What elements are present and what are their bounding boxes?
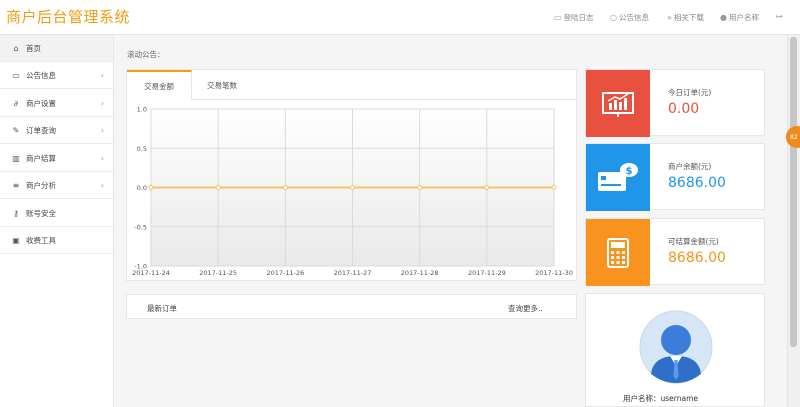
monitor-icon: ▭ (554, 13, 562, 22)
chevron-right-icon: › (100, 180, 104, 190)
profile-username: 用户名称：username (623, 394, 698, 403)
card-icon-box: $ (586, 144, 650, 211)
x-tick-label: 2017-11-25 (199, 269, 237, 277)
tab-transaction-count[interactable]: 交易笔数 (192, 70, 252, 100)
sidebar-item-announcements[interactable]: ▭ 公告信息 › (0, 62, 113, 89)
x-tick-label: 2017-11-29 (468, 269, 506, 277)
nav-user[interactable]: ● 用户名称 (720, 12, 759, 23)
nav-login-log[interactable]: ▭ 登陆日志 (554, 12, 594, 23)
merchant-balance-label: 商户余额(元) (668, 162, 712, 171)
x-tick-label: 2017-11-30 (535, 269, 573, 277)
sidebar-item-account-security[interactable]: ⚷ 账号安全 (0, 200, 113, 227)
sidebar-item-analysis[interactable]: ≡ 商户分析 › (0, 172, 113, 199)
x-tick-label: 2017-11-26 (266, 269, 304, 277)
latest-orders-panel: 最新订单 查询更多.. (126, 294, 577, 319)
today-orders-label: 今日订单(元) (668, 88, 712, 97)
data-point[interactable] (484, 185, 490, 190)
settleable-amount-label: 可结算金额(元) (668, 237, 719, 246)
chat-bubble-icon: ○ (610, 13, 617, 22)
logout-icon: ↦ (776, 12, 783, 21)
user-profile-panel: 用户名称：username (585, 293, 765, 407)
x-tick-label: 2017-11-24 (132, 269, 170, 277)
key-icon: ⚷ (13, 208, 19, 218)
bank-card-icon: $ (598, 162, 638, 191)
data-point[interactable] (215, 185, 221, 190)
data-point[interactable] (350, 185, 355, 190)
chart-board-icon (602, 91, 634, 117)
sidebar-item-merchant-settings[interactable]: ∂ 商户设置 › (0, 90, 113, 117)
calculator-icon (607, 237, 629, 268)
chevron-right-icon: › (100, 98, 104, 108)
today-orders-card: 今日订单(元) 0.00 (585, 69, 765, 137)
merchant-balance-card: $ 商户余额(元) 8686.00 (585, 143, 765, 211)
chevron-right-icon: › (100, 125, 104, 135)
x-tick-label: 2017-11-28 (401, 269, 439, 277)
settleable-amount-value: 8686.00 (668, 250, 726, 266)
card-icon-box (586, 219, 650, 286)
logout-button[interactable]: ↦ (776, 12, 783, 21)
chevron-right-icon: › (100, 153, 104, 163)
monitor-icon: ▭ (12, 70, 20, 80)
link-icon: ∂ (13, 98, 19, 108)
chart-icon: ▥ (12, 153, 20, 163)
settleable-amount-card: 可结算金额(元) 8686.00 (585, 218, 765, 286)
data-point[interactable] (417, 185, 423, 190)
more-orders-link[interactable]: 查询更多.. (508, 303, 543, 314)
user-icon: ● (720, 13, 727, 22)
y-tick-label: -0.5 (134, 223, 147, 231)
sidebar-item-settlement[interactable]: ▥ 商户结算 › (0, 145, 113, 172)
y-tick-label: 1.0 (137, 106, 147, 114)
sidebar-item-payment-tools[interactable]: ▣ 收费工具 (0, 227, 113, 254)
tab-transaction-amount[interactable]: 交易金额 (127, 70, 192, 100)
chevron-right-icon: › (100, 70, 104, 80)
today-orders-value: 0.00 (668, 101, 700, 117)
data-point[interactable] (148, 185, 154, 190)
data-point[interactable] (551, 185, 557, 190)
scrollbar-thumb[interactable] (790, 37, 797, 347)
y-tick-label: 0.0 (137, 184, 147, 192)
card-icon: ▣ (12, 235, 20, 245)
chart-panel: 交易金额 交易笔数 1.0 0.5 0.0 -0.5 -1.0 2017-11-24 20… (126, 69, 577, 281)
list-icon: ≡ (12, 180, 20, 190)
y-tick-label: 0.5 (137, 145, 147, 153)
home-icon: ⌂ (13, 43, 19, 53)
edit-icon: ✎ (12, 125, 20, 135)
x-tick-label: 2017-11-27 (334, 269, 372, 277)
card-icon-box (586, 70, 650, 137)
scrolling-notice-label: 滚动公告： (127, 50, 165, 59)
svg-text:$: $ (626, 166, 633, 177)
nav-announcements[interactable]: ○ 公告信息 (610, 12, 649, 23)
sidebar-item-order-query[interactable]: ✎ 订单查询 › (0, 117, 113, 144)
app-title: 商户后台管理系统 (6, 8, 131, 26)
transaction-line-chart: 1.00.50.0-0.5-1.0 2017-11-24 2017-11-25 20… (132, 106, 573, 278)
nav-downloads[interactable]: » 相关下载 (667, 12, 704, 23)
tab-divider (192, 99, 576, 100)
sidebar: ⌂ 首页 ▭ 公告信息 › ∂ 商户设置 › ✎ 订单查询 › ▥ 商户结算 › ≡ 商户分析 › ⚷… (0, 35, 114, 407)
latest-orders-title: 最新订单 (147, 304, 177, 313)
data-point[interactable] (282, 185, 288, 190)
avatar (639, 310, 713, 384)
merchant-balance-value: 8686.00 (668, 175, 726, 191)
sidebar-item-home[interactable]: ⌂ 首页 (0, 35, 113, 62)
download-icon: » (667, 13, 672, 22)
